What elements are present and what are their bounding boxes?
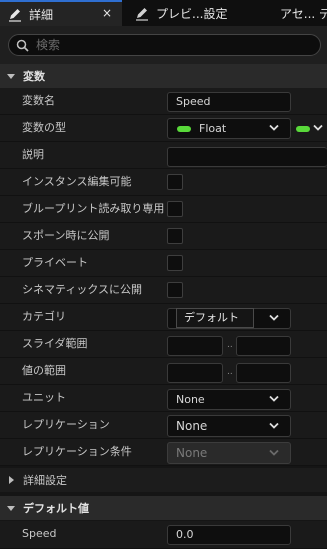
row-label: シネマティックスに公開 bbox=[22, 283, 143, 296]
variable-name-input[interactable]: Speed bbox=[167, 92, 291, 112]
row-value-range: 値の範囲 .. bbox=[0, 358, 327, 385]
row-instance-editable: インスタンス編集可能 bbox=[0, 169, 327, 196]
replication-value: None bbox=[176, 419, 208, 433]
tab-asset-defaults[interactable]: アセ... デ bbox=[280, 0, 327, 26]
chevron-down-icon bbox=[269, 124, 279, 131]
row-label: スポーン時に公開 bbox=[22, 229, 110, 242]
row-label: 変数の型 bbox=[22, 121, 66, 134]
row-label: ブループリント読み取り専用 bbox=[22, 202, 165, 215]
default-speed-input[interactable]: 0.0 bbox=[167, 525, 291, 545]
units-dropdown[interactable]: None bbox=[167, 389, 291, 410]
tab-label: 詳細 bbox=[29, 7, 54, 22]
tab-label: アセ... デ bbox=[280, 6, 327, 21]
variable-type-value: Float bbox=[199, 122, 227, 135]
row-label: カテゴリ bbox=[22, 310, 66, 323]
instance-editable-checkbox[interactable] bbox=[167, 174, 183, 190]
row-category: カテゴリ bbox=[0, 304, 327, 331]
chevron-down-icon bbox=[269, 314, 279, 321]
row-label: プライベート bbox=[22, 256, 88, 269]
search-input[interactable] bbox=[34, 37, 298, 53]
row-description: 説明 bbox=[0, 142, 327, 169]
range-separator: .. bbox=[227, 340, 233, 350]
row-label: Speed bbox=[22, 527, 57, 540]
units-value: None bbox=[176, 393, 205, 406]
row-variable-name: 変数名 Speed bbox=[0, 88, 327, 115]
pencil-icon bbox=[9, 9, 21, 22]
private-checkbox[interactable] bbox=[167, 255, 183, 271]
section-default-value[interactable]: デフォルト値 bbox=[0, 496, 327, 520]
row-slider-range: スライダ範囲 .. bbox=[0, 331, 327, 358]
range-separator: .. bbox=[227, 367, 233, 377]
chevron-down-icon bbox=[269, 395, 279, 402]
tab-details[interactable]: 詳細 × bbox=[0, 0, 122, 26]
value-range-min-input[interactable] bbox=[167, 363, 223, 383]
row-private: プライベート bbox=[0, 250, 327, 277]
search-bar bbox=[0, 26, 327, 64]
row-label: 値の範囲 bbox=[22, 364, 66, 377]
row-label: ユニット bbox=[22, 391, 66, 404]
section-variables[interactable]: 変数 bbox=[0, 64, 327, 88]
tab-preview-settings[interactable]: プレビ...設定 bbox=[127, 0, 273, 26]
chevron-down-icon bbox=[269, 422, 279, 429]
row-variable-type: 変数の型 Float bbox=[0, 115, 327, 142]
row-label: インスタンス編集可能 bbox=[22, 175, 132, 188]
blueprint-readonly-checkbox[interactable] bbox=[167, 201, 183, 217]
search-icon bbox=[16, 39, 29, 52]
container-type-dropdown[interactable] bbox=[294, 118, 327, 139]
float-pin-icon bbox=[296, 125, 310, 132]
row-label: レプリケーション条件 bbox=[22, 445, 132, 458]
chevron-down-icon bbox=[313, 124, 323, 131]
category-tooltip: デフォルト bbox=[176, 308, 254, 328]
row-blueprint-readonly: ブループリント読み取り専用 bbox=[0, 196, 327, 223]
section-title: デフォルト値 bbox=[23, 502, 89, 515]
row-expose-to-cinematics: シネマティックスに公開 bbox=[0, 277, 327, 304]
chevron-down-icon bbox=[269, 449, 279, 456]
advanced-settings-label: 詳細設定 bbox=[23, 474, 67, 487]
value-range-max-input[interactable] bbox=[236, 363, 291, 383]
replication-dropdown[interactable]: None bbox=[167, 415, 291, 437]
tab-label: プレビ...設定 bbox=[156, 6, 228, 21]
row-default-speed: Speed 0.0 bbox=[0, 521, 327, 549]
row-expose-on-spawn: スポーン時に公開 bbox=[0, 223, 327, 250]
replication-condition-value: None bbox=[176, 446, 208, 460]
row-replication-condition: レプリケーション条件 None bbox=[0, 439, 327, 466]
row-label: スライダ範囲 bbox=[22, 337, 88, 350]
close-icon[interactable]: × bbox=[102, 6, 112, 20]
replication-condition-dropdown: None bbox=[167, 442, 291, 464]
section-title: 変数 bbox=[23, 70, 45, 83]
collapse-arrow-icon bbox=[7, 505, 15, 511]
expose-to-cinematics-checkbox[interactable] bbox=[167, 282, 183, 298]
row-units: ユニット None bbox=[0, 385, 327, 412]
expand-arrow-icon bbox=[9, 476, 14, 484]
tab-bar: 詳細 × プレビ...設定 アセ... デ bbox=[0, 0, 327, 26]
advanced-settings-toggle[interactable]: 詳細設定 bbox=[0, 468, 327, 492]
row-label: レプリケーション bbox=[22, 418, 110, 431]
pencil-icon bbox=[136, 8, 148, 21]
row-replication: レプリケーション None bbox=[0, 412, 327, 439]
description-input[interactable] bbox=[167, 147, 327, 167]
search-box bbox=[8, 34, 321, 56]
row-label: 変数名 bbox=[22, 94, 55, 107]
variable-type-dropdown[interactable]: Float bbox=[167, 118, 291, 139]
row-label: 説明 bbox=[22, 148, 44, 161]
slider-range-max-input[interactable] bbox=[236, 336, 291, 356]
float-pin-icon bbox=[177, 125, 191, 132]
collapse-arrow-icon bbox=[7, 73, 15, 79]
slider-range-min-input[interactable] bbox=[167, 336, 223, 356]
expose-on-spawn-checkbox[interactable] bbox=[167, 228, 183, 244]
